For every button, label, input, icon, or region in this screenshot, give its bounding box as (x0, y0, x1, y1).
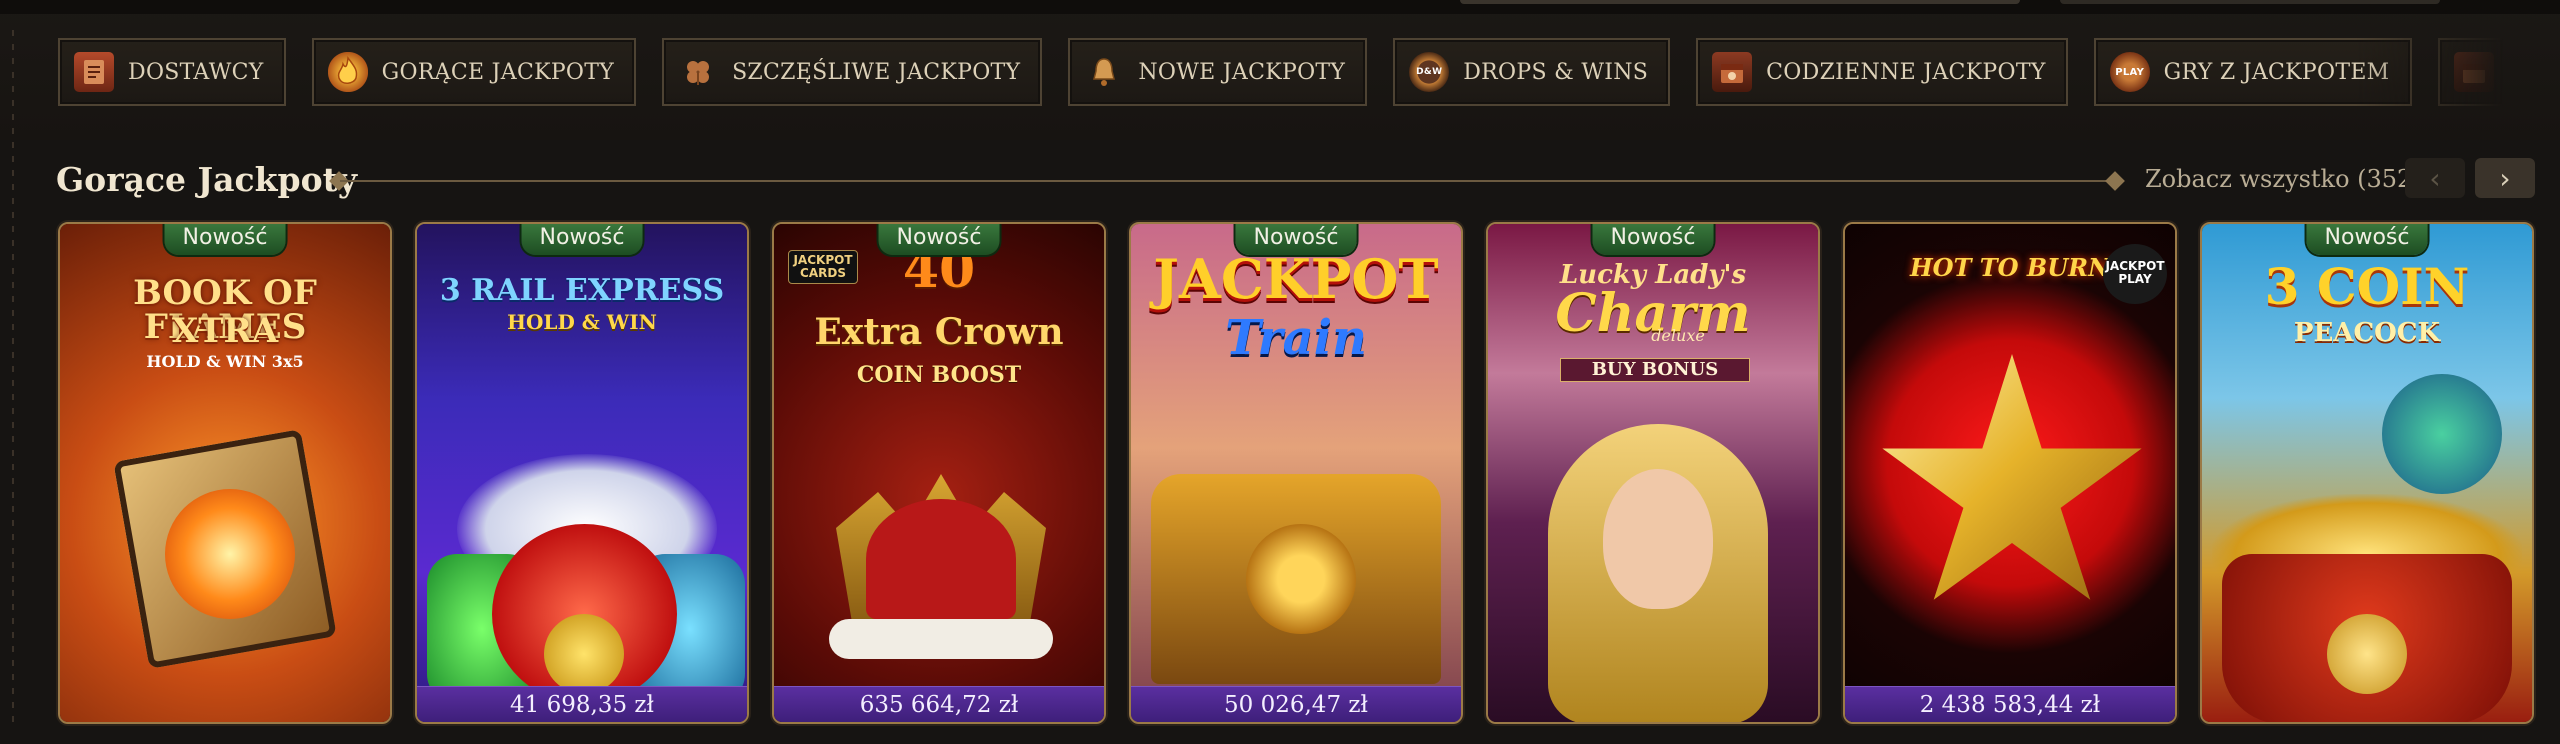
new-badge: Nowość (1592, 224, 1714, 255)
jackpot-play-logo: JACKPOT PLAY (2103, 244, 2167, 304)
category-nav: DOSTAWCY GORĄCE JACKPOTY SZCZĘŚLIWE JACK… (58, 38, 2503, 108)
top-edge-tab (2060, 0, 2440, 4)
nav-item-codzienne-jackpoty[interactable]: CODZIENNE JACKPOTY (1696, 38, 2068, 106)
game-card-book-of-flames[interactable]: Nowość BOOK OF FLAMES XTRA HOLD & WIN 3x… (58, 222, 392, 724)
fireball-illustration (165, 489, 295, 619)
crown-velvet (866, 499, 1016, 619)
game-card-3-coin-peacock[interactable]: Nowość 3 COIN PEACOCK (2200, 222, 2534, 724)
book-icon (74, 52, 114, 92)
jackpot-cards-logo: JACKPOT CARDS (788, 250, 858, 284)
game-title: 3 RAIL EXPRESS (439, 273, 725, 308)
game-subtitle: Extra Crown (814, 311, 1064, 353)
crown-fur (829, 619, 1053, 659)
see-all-link[interactable]: Zobacz wszystko (352) (2145, 165, 2422, 193)
nav-item-dostawcy[interactable]: DOSTAWCY (58, 38, 286, 106)
nav-item-label: SZCZĘŚLIWE JACKPOTY (732, 59, 1021, 85)
nav-item-label: DROPS & WINS (1463, 59, 1649, 85)
nav-item-gry-z-jackpotem[interactable]: PLAY GRY Z JACKPOTEM (2093, 38, 2412, 106)
nav-item-label: DOSTAWCY (128, 59, 264, 85)
lady-face (1603, 469, 1713, 609)
nav-item-label: NOWE JACKPOTY (1138, 59, 1346, 85)
carousel-prev-button[interactable]: ‹ (2405, 158, 2465, 198)
decorative-dashed-border (12, 30, 14, 730)
calendar-icon (1712, 52, 1753, 92)
game-card-3-rail-express[interactable]: Nowość 3 RAIL EXPRESS HOLD & WIN 41 698,… (415, 222, 749, 724)
nav-item-truncated[interactable]: WS (2437, 38, 2503, 106)
game-tagline: HOLD & WIN 3x5 (146, 352, 304, 371)
pot-emblem (2327, 614, 2407, 694)
chevron-right-icon: › (2499, 161, 2511, 195)
game-tagline: BUY BONUS (1560, 358, 1750, 382)
nav-item-drops-wins[interactable]: D&W DROPS & WINS (1393, 38, 1671, 106)
chevron-left-icon: ‹ (2429, 161, 2441, 195)
game-subtitle: Train (1225, 310, 1367, 366)
nav-item-label: GRY Z JACKPOTEM (2163, 59, 2390, 85)
rule-diamond (2105, 171, 2125, 191)
dollar-coin-illustration (544, 614, 624, 694)
play-icon: PLAY (2109, 52, 2150, 92)
drops-wins-icon: D&W (1409, 52, 1450, 92)
game-subtitle: PEACOCK (2293, 318, 2441, 348)
game-card-40-extra-crown[interactable]: JACKPOT CARDS Nowość 40 Extra Crown COIN… (772, 222, 1106, 724)
game-subtitle: HOLD & WIN (507, 310, 657, 334)
jackpot-amount: 635 664,72 zł (774, 686, 1104, 722)
new-badge: Nowość (878, 224, 1000, 255)
jackpot-amount: 2 438 583,44 zł (1845, 686, 2175, 722)
section-divider (340, 180, 2115, 182)
nav-item-szczesliwe-jackpoty[interactable]: SZCZĘŚLIWE JACKPOTY (662, 38, 1043, 106)
peacock-illustration (2382, 374, 2502, 494)
game-subtitle: XTRA (171, 311, 279, 351)
nav-item-gorace-jackpoty[interactable]: GORĄCE JACKPOTY (311, 38, 637, 106)
clover-icon (678, 52, 718, 92)
new-badge: Nowość (164, 224, 286, 255)
game-card-jackpot-train[interactable]: Nowość JACKPOT Train 50 026,47 zł (1129, 222, 1463, 724)
bell-icon (1084, 52, 1124, 92)
game-card-hot-to-burn[interactable]: JACKPOT PLAY HOT TO BURN 2 438 583,44 zł (1843, 222, 2177, 724)
nav-item-label: CODZIENNE JACKPOTY (1766, 59, 2046, 85)
new-badge: Nowość (1235, 224, 1357, 255)
top-edge-tab (1460, 0, 2020, 4)
jackpot-amount: 41 698,35 zł (417, 686, 747, 722)
section-title: Gorące Jackpoty (56, 160, 357, 199)
fire-icon (327, 52, 368, 92)
calendar-icon (2453, 52, 2494, 92)
nav-item-nowe-jackpoty[interactable]: NOWE JACKPOTY (1068, 38, 1368, 106)
game-edition: deluxe (1651, 326, 1705, 345)
game-card-lucky-ladys-charm[interactable]: Nowość Lucky Lady's Charm deluxe BUY BON… (1486, 222, 1820, 724)
game-title: JACKPOT (1153, 247, 1439, 311)
game-title: 3 COIN (2264, 257, 2470, 316)
train-star-wheel (1246, 524, 1356, 634)
star-illustration (1882, 354, 2142, 600)
new-badge: Nowość (2306, 224, 2428, 255)
game-tagline: COIN BOOST (856, 362, 1022, 388)
jackpot-amount: 50 026,47 zł (1131, 686, 1461, 722)
new-badge: Nowość (521, 224, 643, 255)
nav-item-label: GORĄCE JACKPOTY (381, 59, 615, 85)
game-carousel: Nowość BOOK OF FLAMES XTRA HOLD & WIN 3x… (58, 222, 2534, 724)
carousel-next-button[interactable]: › (2475, 158, 2535, 198)
